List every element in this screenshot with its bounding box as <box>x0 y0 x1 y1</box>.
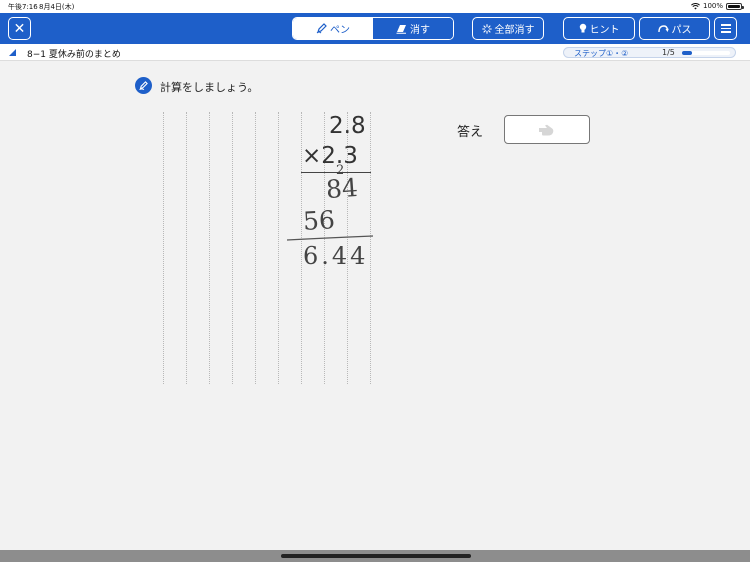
battery-icon <box>726 2 744 10</box>
guide-line <box>209 112 210 384</box>
erase-tab[interactable]: 消す <box>373 18 453 39</box>
pen-icon <box>316 23 327 34</box>
multiplicand: 2.8 <box>329 113 366 139</box>
answer-label: 答え <box>457 125 484 140</box>
status-date: 8月4日(木) <box>39 3 75 11</box>
close-button[interactable]: ✕ <box>8 17 31 40</box>
toolbar: ✕ ペン 消す 全部消す ヒント パス <box>0 13 750 44</box>
handwritten-result: 6.44 <box>303 242 369 270</box>
battery-percent: 100% <box>702 2 723 10</box>
pass-label: パス <box>671 25 692 36</box>
guide-line <box>278 112 279 384</box>
clear-all-button[interactable]: 全部消す <box>472 17 544 40</box>
status-bar: 午後7:16 8月4日(木) 100% <box>0 0 750 13</box>
step-progress-track <box>682 51 730 55</box>
answer-input-box[interactable] <box>504 115 590 144</box>
wifi-icon <box>691 2 700 9</box>
hand-point-icon <box>539 124 554 135</box>
handwritten-partial-two: 56 <box>302 205 336 236</box>
question-text: 計算をしましょう。 <box>160 81 259 94</box>
clear-all-icon <box>481 23 492 34</box>
clear-all-label: 全部消す <box>494 25 535 36</box>
guide-line <box>186 112 187 384</box>
menu-button[interactable] <box>714 17 737 40</box>
pass-button[interactable]: パス <box>639 17 710 40</box>
close-icon: ✕ <box>13 20 26 37</box>
guide-line <box>232 112 233 384</box>
home-indicator[interactable] <box>281 554 471 558</box>
lightbulb-icon <box>579 23 586 33</box>
status-right: 100% <box>691 2 744 10</box>
erase-tab-label: 消す <box>410 25 430 36</box>
hamburger-menu-icon <box>720 24 731 26</box>
pass-arrow-icon <box>657 24 669 32</box>
multiplier: ×2.3 <box>302 143 358 169</box>
pen-eraser-toggle[interactable]: ペン 消す <box>292 17 454 40</box>
handwritten-partial-one: 84 <box>325 172 359 205</box>
step-label: ステップ①・② <box>574 49 629 58</box>
pencil-icon <box>135 77 152 94</box>
step-count: 1/5 <box>662 48 675 57</box>
status-time: 午後7:16 <box>8 3 38 11</box>
step-indicator: ステップ①・② 1/5 <box>563 47 736 58</box>
guide-line <box>255 112 256 384</box>
pen-tab[interactable]: ペン <box>293 18 373 39</box>
guide-line <box>163 112 164 384</box>
step-progress-bar <box>682 51 692 55</box>
eraser-icon <box>396 24 406 34</box>
pen-tab-label: ペン <box>330 25 350 36</box>
guide-line <box>370 112 371 384</box>
corner-triangle-icon <box>9 49 16 56</box>
hint-label: ヒント <box>589 25 620 36</box>
lesson-header: 8−1 夏休み前のまとめ ステップ①・② 1/5 <box>0 44 750 61</box>
lesson-title: 8−1 夏休み前のまとめ <box>27 50 121 60</box>
hint-button[interactable]: ヒント <box>563 17 635 40</box>
